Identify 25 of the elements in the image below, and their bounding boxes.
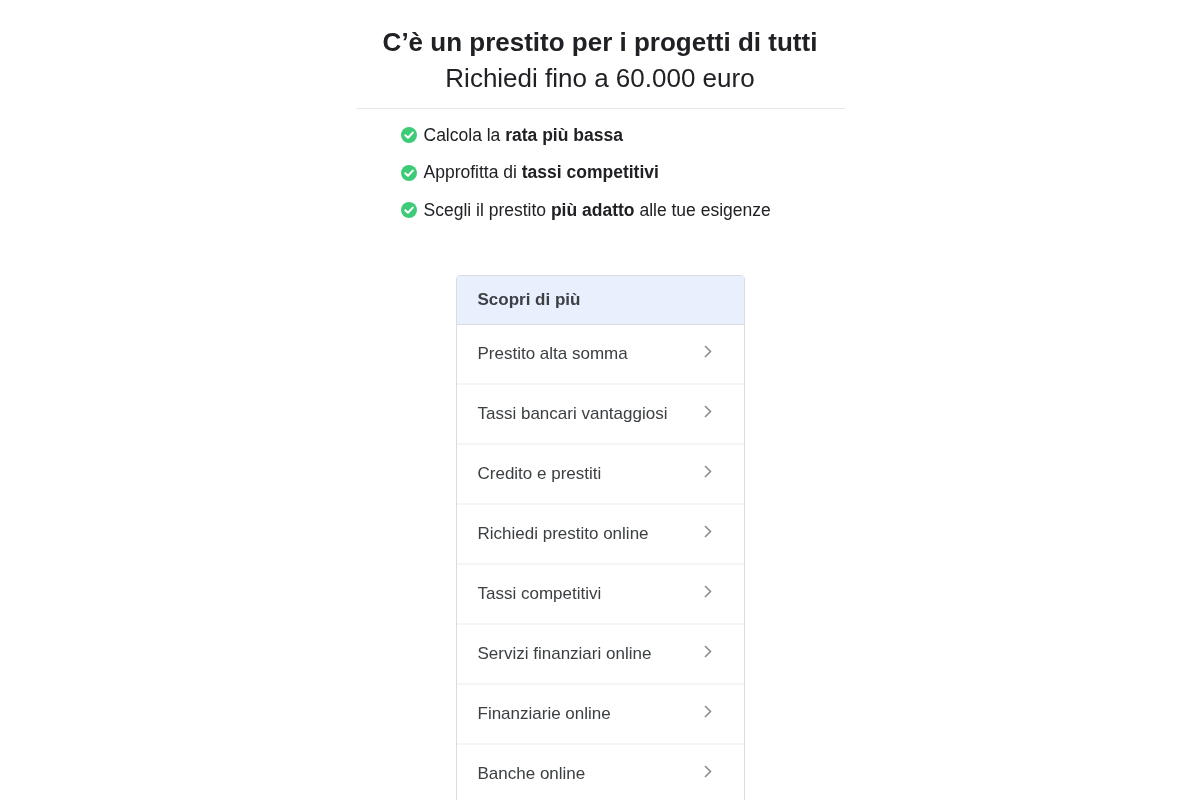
chevron-right-icon bbox=[703, 525, 712, 538]
chevron-right-icon bbox=[703, 345, 712, 358]
link-row[interactable]: Finanziarie online bbox=[456, 684, 744, 745]
check-circle-icon bbox=[400, 164, 417, 181]
link-row[interactable]: Prestito alta somma bbox=[456, 324, 744, 385]
chevron-right-icon bbox=[703, 465, 712, 478]
check-circle-icon bbox=[400, 202, 417, 218]
page-subtitle: Richiedi fino a 60.000 euro bbox=[444, 62, 756, 95]
chevron-right-icon bbox=[703, 405, 712, 418]
chevron-right-icon bbox=[703, 705, 712, 718]
link-row[interactable]: Credito e prestiti bbox=[456, 444, 744, 505]
link-row[interactable]: Banche online bbox=[456, 744, 744, 800]
link-row[interactable]: Servizi finanziari online bbox=[456, 624, 744, 685]
page-title: C’è un prestito per i progetti di tutti bbox=[381, 26, 819, 58]
benefit-text: Calcola la rata più bassa bbox=[423, 124, 623, 146]
check-circle-icon bbox=[400, 127, 417, 143]
panel-header: Scopri di più bbox=[456, 275, 744, 325]
chevron-right-icon bbox=[703, 645, 712, 658]
chevron-right-icon bbox=[703, 765, 712, 778]
link-row[interactable]: Tassi competitivi bbox=[456, 564, 744, 625]
benefit-text: Scegli il prestito più adatto alle tue esigenze bbox=[423, 199, 771, 221]
benefit-text: Approfitta di tassi competitivi bbox=[423, 162, 659, 183]
link-row[interactable]: Tassi bancari vantaggiosi bbox=[456, 384, 744, 445]
link-row[interactable]: Richiedi prestito online bbox=[456, 504, 744, 565]
chevron-right-icon bbox=[703, 585, 712, 598]
